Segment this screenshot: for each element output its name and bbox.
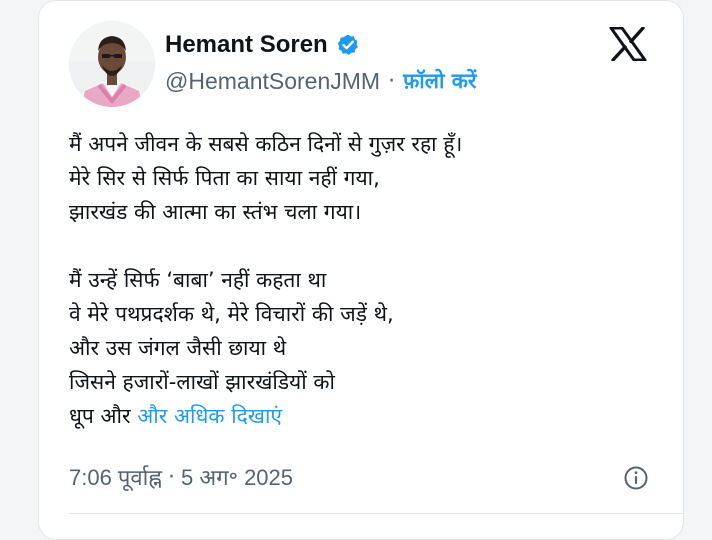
tweet-line: और उस जंगल जैसी छाया थे <box>69 336 287 360</box>
author-name[interactable]: Hemant Soren <box>165 31 328 59</box>
tweet-line: मेरे सिर से सिर्फ पिता का साया नहीं गया, <box>69 166 380 190</box>
tweet-time[interactable]: 7:06 पूर्वाह्न <box>69 462 162 492</box>
tweet-paragraph-break <box>69 229 669 263</box>
follow-button[interactable]: फ़ॉलो करें <box>403 67 476 95</box>
show-more-link[interactable]: और अधिक दिखाएं <box>137 404 282 428</box>
x-logo-icon[interactable] <box>609 27 647 61</box>
tweet-line-prefix: धूप और <box>69 404 138 428</box>
tweet-line: जिसने हजारों-लाखों झारखंडियों को <box>69 370 335 394</box>
tweet-meta: 7:06 पूर्वाह्न · 5 अग॰ 2025 <box>69 459 293 495</box>
info-icon[interactable] <box>623 465 649 491</box>
author-handle-row: @HemantSorenJMM · फ़ॉलो करें <box>165 65 476 97</box>
author-handle[interactable]: @HemantSorenJMM <box>165 68 380 95</box>
tweet-date[interactable]: 5 अग॰ 2025 <box>181 462 293 492</box>
profile-photo-icon <box>69 21 155 107</box>
handle-separator: · <box>388 68 396 94</box>
tweet-line: मैं अपने जीवन के सबसे कठिन दिनों से गुज़… <box>69 132 463 156</box>
author-name-row: Hemant Soren <box>165 28 360 62</box>
divider <box>69 513 683 514</box>
tweet-card: Hemant Soren @HemantSorenJMM · फ़ॉलो करे… <box>38 0 684 540</box>
tweet-line: मैं उन्हें सिर्फ ‘बाबा’ नहीं कहता था <box>69 268 327 292</box>
avatar[interactable] <box>69 21 155 107</box>
meta-separator: · <box>168 464 176 490</box>
tweet-text: मैं अपने जीवन के सबसे कठिन दिनों से गुज़… <box>69 127 669 433</box>
tweet-line: झारखंड की आत्मा का स्तंभ चला गया। <box>69 200 362 224</box>
tweet-last-line: धूप और और अधिक दिखाएं <box>69 399 669 433</box>
tweet-line: वे मेरे पथप्रदर्शक थे, मेरे विचारों की ज… <box>69 302 394 326</box>
verified-badge-icon <box>337 34 358 55</box>
